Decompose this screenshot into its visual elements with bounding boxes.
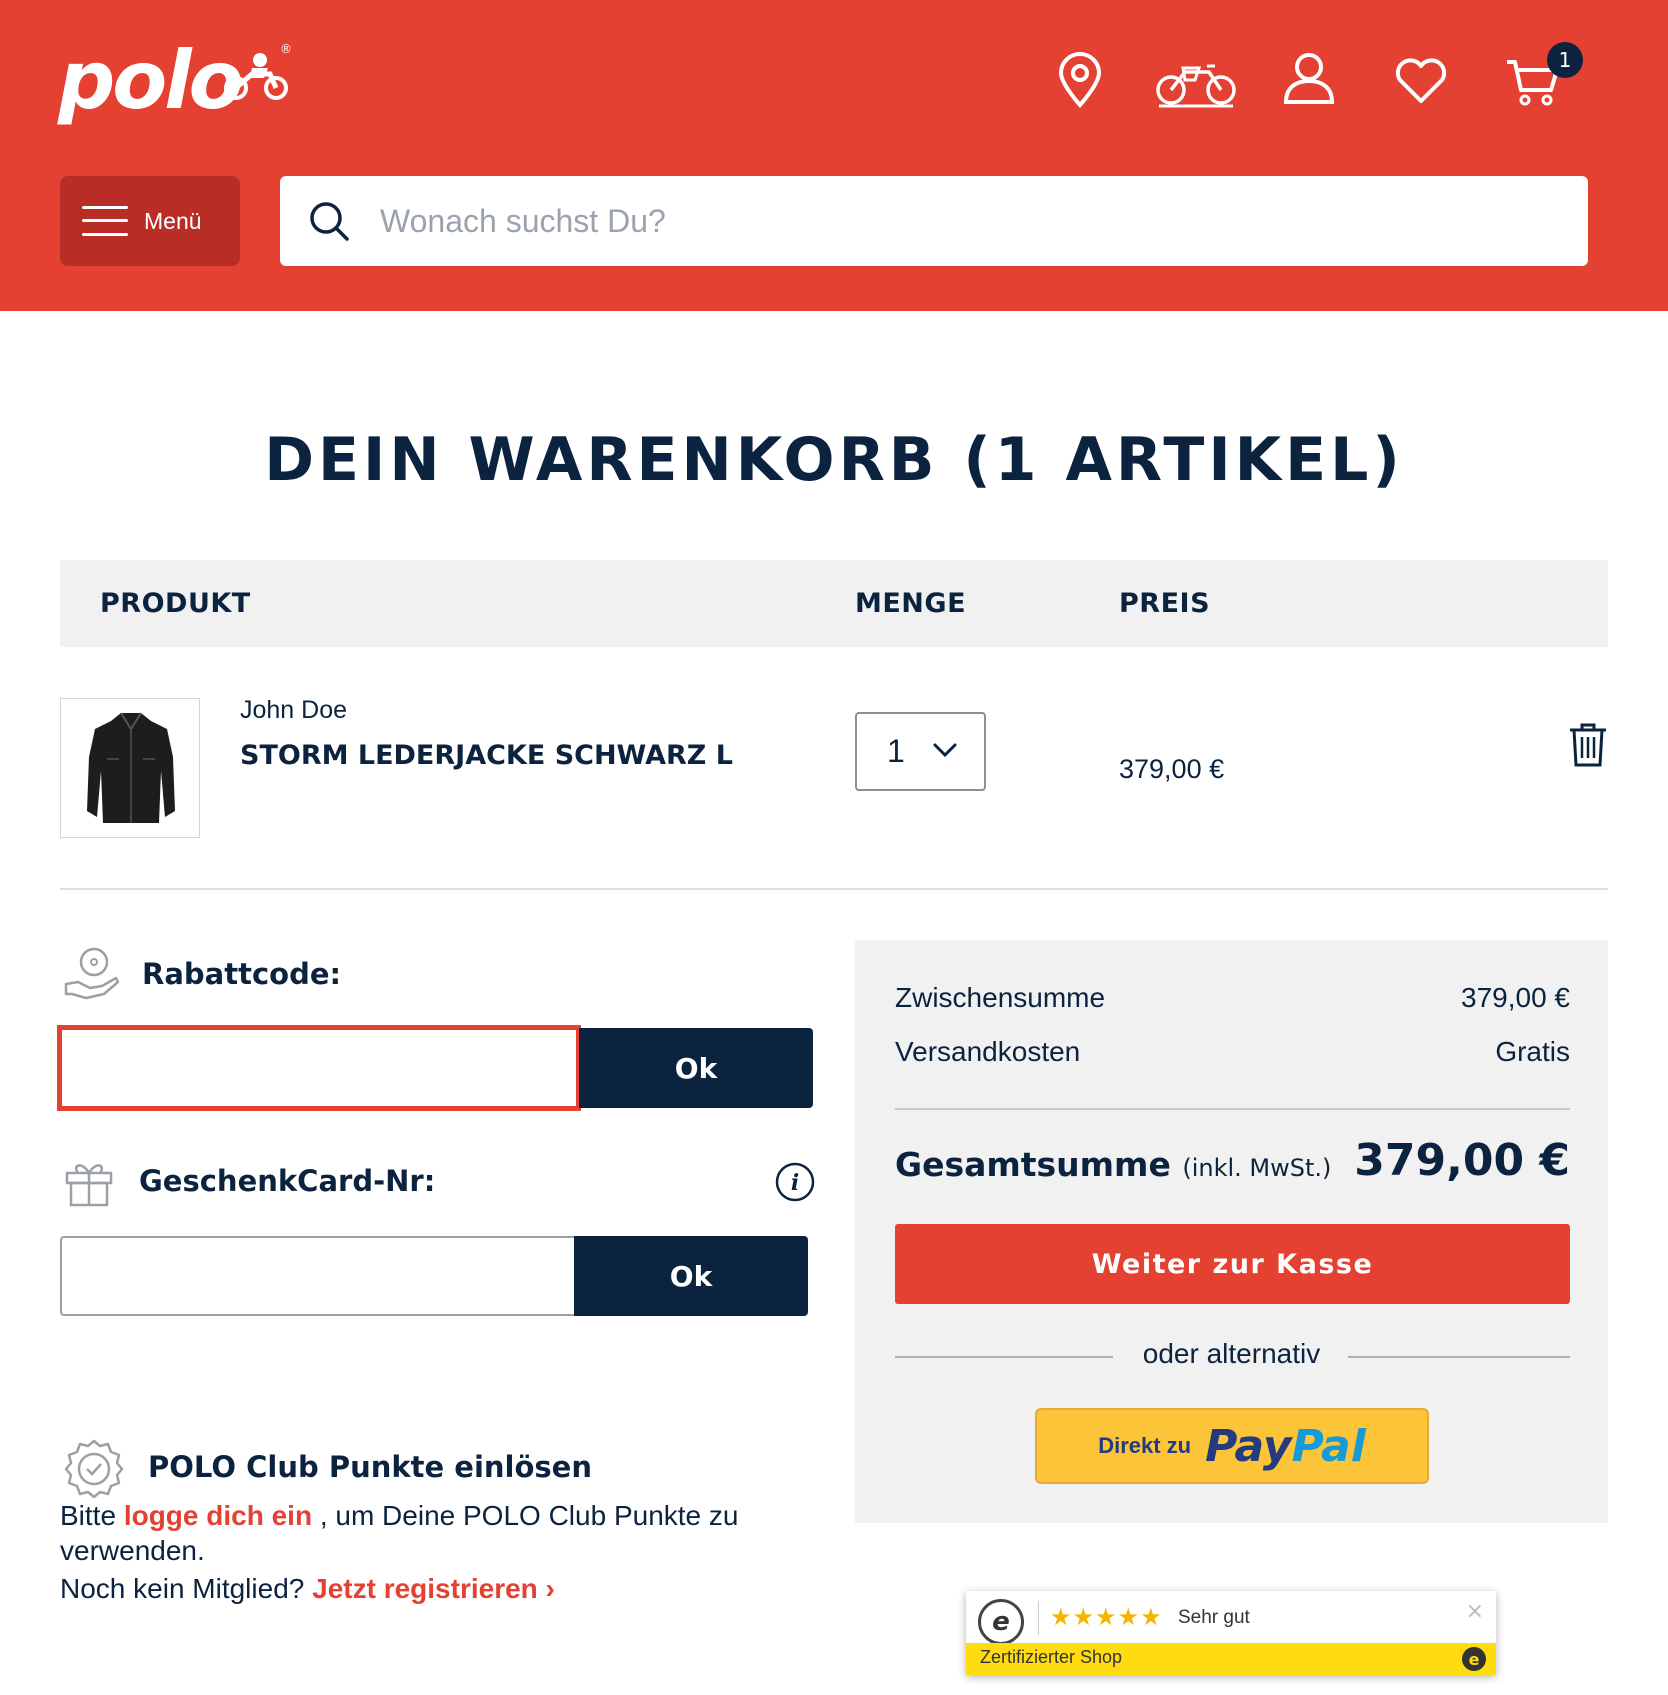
hamburger-icon [82,204,128,238]
total-vat-note: (inkl. MwSt.) [1182,1154,1332,1182]
order-summary-panel: Zwischensumme 379,00 € Versandkosten Gra… [855,940,1608,1523]
chevron-right-icon[interactable]: › [546,1573,555,1604]
club-text-before: Bitte [60,1500,124,1531]
heart-wishlist-icon[interactable] [1395,58,1447,118]
coupon-label: Rabattcode: [142,957,342,991]
coupon-code-input[interactable] [57,1025,581,1111]
product-brand: John Doe [240,696,348,724]
user-account-icon[interactable] [1283,52,1335,112]
trusted-shops-badge[interactable]: e ★★★★★ Sehr gut × Zertifizierter Shop e [966,1591,1496,1675]
close-icon[interactable]: × [1466,1599,1484,1624]
cart-table-header: PRODUKT MENGE PREIS [60,560,1608,647]
badge-separator [1038,1601,1039,1635]
quantity-select[interactable]: 1 [855,712,986,791]
logo-wordmark: polo [58,34,244,127]
subtotal-row: Zwischensumme 379,00 € [895,982,1570,1014]
motorcycle-garage-icon[interactable] [1155,58,1237,118]
menu-button[interactable]: Menü [60,176,240,266]
coupon-ok-button[interactable]: Ok [579,1028,813,1108]
total-label: Gesamtsumme (inkl. MwSt.) [895,1145,1331,1184]
shipping-row: Versandkosten Gratis [895,1036,1570,1068]
trusted-shops-seal-icon: e [978,1599,1024,1645]
menu-label: Menü [144,207,202,234]
total-label-text: Gesamtsumme [895,1145,1171,1184]
giftcard-label: GeschenkCard-Nr: [139,1164,436,1198]
club-register-text: Noch kein Mitglied? Jetzt registrieren › [60,1573,555,1605]
page-title: DEIN WARENKORB (1 ARTIKEL) [264,425,1404,495]
subtotal-label: Zwischensumme [895,982,1106,1013]
total-value: 379,00 € [1354,1135,1570,1186]
shipping-label: Versandkosten [895,1036,1081,1067]
search-bar[interactable] [280,176,1588,266]
item-price: 379,00 € [1119,754,1225,784]
club-badge-icon [64,1439,124,1498]
product-name[interactable]: STORM LEDERJACKE SCHWARZ L [240,740,733,771]
paypal-logo-pay: Pay [1205,1420,1292,1472]
cart-count-badge: 1 [1547,42,1583,78]
paypal-logo-pal: Pal [1291,1420,1366,1472]
gift-icon [65,1164,113,1207]
giftcard-ok-button[interactable]: Ok [574,1236,808,1316]
search-icon [310,202,349,241]
summary-divider [895,1108,1570,1110]
search-input[interactable] [380,202,1530,240]
paypal-button[interactable]: Direkt zu Pay Pal [1035,1408,1429,1484]
paypal-prefix: Direkt zu [1098,1433,1192,1458]
club-points-title: POLO Club Punkte einlösen [148,1450,592,1484]
checkout-button[interactable]: Weiter zur Kasse [895,1224,1570,1304]
register-prefix: Noch kein Mitglied? [60,1573,313,1604]
column-header-price: PREIS [1119,588,1211,619]
rating-stars: ★★★★★ [1050,1603,1163,1631]
alternative-text: oder alternativ [1142,1338,1321,1369]
row-divider [60,888,1608,890]
certified-bar: Zertifizierter Shop e [966,1643,1496,1675]
subtotal-value: 379,00 € [1461,982,1570,1013]
discount-coin-hand-icon [64,947,120,1000]
svg-text:i: i [791,1170,799,1196]
registered-mark: ® [280,42,292,56]
column-header-product: PRODUKT [100,588,251,619]
polo-logo[interactable]: polo ® [58,34,298,127]
logo-motorcycle-icon [224,53,288,100]
register-link[interactable]: Jetzt registrieren [312,1573,538,1604]
club-login-text: Bitte logge dich ein , um Deine POLO Clu… [60,1498,820,1568]
chevron-down-icon [933,743,957,758]
login-link[interactable]: logge dich ein [124,1500,312,1531]
trash-icon[interactable] [1568,722,1608,768]
quantity-value: 1 [887,733,905,769]
info-icon[interactable]: i [775,1162,815,1202]
giftcard-number-input[interactable] [60,1236,576,1316]
leather-jacket-image [87,712,175,823]
rating-text: Sehr gut [1178,1607,1250,1628]
shipping-value: Gratis [1495,1036,1570,1067]
certified-shop-text: Zertifizierter Shop [980,1647,1123,1667]
location-pin-icon[interactable] [1057,52,1103,112]
trusted-shops-mini-icon: e [1462,1647,1486,1671]
column-header-quantity: MENGE [855,588,967,619]
product-image[interactable] [60,698,200,838]
site-header: polo ® 1 Menü Wonach suchst Du? [0,0,1668,311]
